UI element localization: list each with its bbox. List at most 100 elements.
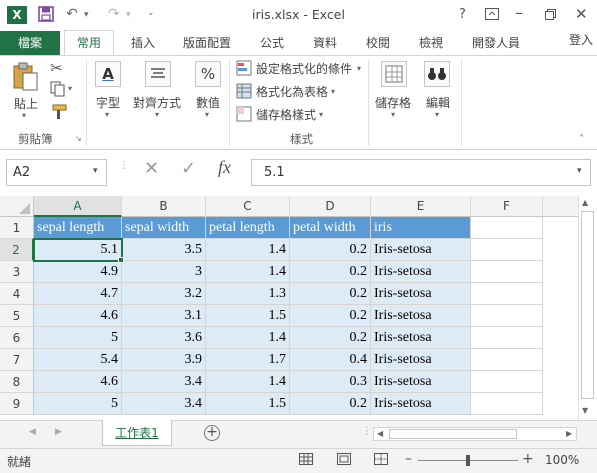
cell-c4[interactable]: 1.3 <box>206 283 290 305</box>
clipboard-launcher-icon[interactable]: ↘ <box>75 134 82 143</box>
cell-a3[interactable]: 4.9 <box>34 261 122 283</box>
cell-e3[interactable]: Iris-setosa <box>371 261 471 283</box>
cell-f5[interactable] <box>471 305 543 327</box>
conditional-format-icon[interactable] <box>236 60 252 79</box>
cell-f8[interactable] <box>471 371 543 393</box>
minimize-button[interactable]: – <box>515 3 523 22</box>
cell-d5[interactable]: 0.2 <box>290 305 371 327</box>
tab-file[interactable]: 檔案 <box>0 31 60 55</box>
paste-icon[interactable] <box>12 62 40 95</box>
conditional-format-dropdown-icon[interactable]: ▾ <box>357 64 361 73</box>
tab-page-layout[interactable]: 版面配置 <box>183 31 231 55</box>
column-header-a[interactable]: A <box>34 196 122 217</box>
column-header-f[interactable]: F <box>471 196 543 217</box>
column-header-e[interactable]: E <box>371 196 471 217</box>
font-button-label[interactable]: 字型 <box>96 94 120 111</box>
tab-formulas[interactable]: 公式 <box>260 31 284 55</box>
vertical-scroll-thumb[interactable] <box>581 211 594 399</box>
cell-b9[interactable]: 3.4 <box>122 393 206 415</box>
column-header-d[interactable]: D <box>290 196 371 217</box>
cell-f1[interactable] <box>471 217 543 239</box>
cell-d4[interactable]: 0.2 <box>290 283 371 305</box>
row-header-6[interactable]: 6 <box>0 327 34 349</box>
worksheet-grid[interactable]: ABCDEF 123456789 sepal length sepal width… <box>0 196 578 420</box>
cell-c6[interactable]: 1.4 <box>206 327 290 349</box>
cell-c3[interactable]: 1.4 <box>206 261 290 283</box>
horizontal-scroll-thumb[interactable] <box>389 429 517 439</box>
row-header-5[interactable]: 5 <box>0 305 34 327</box>
expand-formula-icon[interactable]: ▾ <box>577 166 582 176</box>
tab-home[interactable]: 常用 <box>64 30 114 56</box>
normal-view-icon[interactable] <box>299 453 313 468</box>
cell-b3[interactable]: 3 <box>122 261 206 283</box>
close-button[interactable]: ✕ <box>575 5 588 23</box>
zoom-level[interactable]: 100% <box>545 453 579 467</box>
enter-icon[interactable]: ✓ <box>181 158 196 179</box>
cell-styles-dropdown-icon[interactable]: ▾ <box>319 110 323 119</box>
tab-view[interactable]: 檢視 <box>419 31 443 55</box>
scroll-right-icon[interactable]: ▶ <box>566 429 572 438</box>
formula-bar-grip-icon[interactable]: ⋮ <box>119 160 129 171</box>
conditional-format-button[interactable]: 設定格式化的條件 <box>256 60 352 77</box>
row-header-8[interactable]: 8 <box>0 371 34 393</box>
cell-e6[interactable]: Iris-setosa <box>371 327 471 349</box>
alignment-dropdown-icon[interactable]: ▾ <box>155 110 159 119</box>
cell-f6[interactable] <box>471 327 543 349</box>
cell-styles-button[interactable]: 儲存格樣式 <box>256 106 316 123</box>
scroll-up-icon[interactable]: ▲ <box>582 198 588 207</box>
cell-f4[interactable] <box>471 283 543 305</box>
cell-d6[interactable]: 0.2 <box>290 327 371 349</box>
cell-styles-icon[interactable] <box>236 106 252 125</box>
tab-data[interactable]: 資料 <box>313 31 337 55</box>
cell-a9[interactable]: 5 <box>34 393 122 415</box>
cell-d1[interactable]: petal width <box>290 217 371 239</box>
fill-handle[interactable] <box>118 257 124 263</box>
select-all-corner[interactable] <box>0 196 34 217</box>
tab-insert[interactable]: 插入 <box>131 31 155 55</box>
name-box[interactable]: A2 ▾ <box>6 159 107 186</box>
editing-button-label[interactable]: 編輯 <box>426 94 450 111</box>
help-button[interactable]: ? <box>459 7 466 22</box>
cells-dropdown-icon[interactable]: ▾ <box>391 110 395 119</box>
binoculars-icon[interactable] <box>424 61 450 87</box>
cells-icon[interactable] <box>381 61 407 87</box>
cell-e8[interactable]: Iris-setosa <box>371 371 471 393</box>
cell-c7[interactable]: 1.7 <box>206 349 290 371</box>
cell-f7[interactable] <box>471 349 543 371</box>
cell-b1[interactable]: sepal width <box>122 217 206 239</box>
font-dropdown-icon[interactable]: ▾ <box>105 110 109 119</box>
cell-d7[interactable]: 0.4 <box>290 349 371 371</box>
new-sheet-icon[interactable]: + <box>204 425 220 441</box>
cell-a8[interactable]: 4.6 <box>34 371 122 393</box>
cell-e9[interactable]: Iris-setosa <box>371 393 471 415</box>
copy-icon[interactable] <box>50 81 66 100</box>
editing-dropdown-icon[interactable]: ▾ <box>435 110 439 119</box>
zoom-slider-thumb[interactable] <box>466 455 470 466</box>
cell-a1[interactable]: sepal length <box>34 217 122 239</box>
cell-a7[interactable]: 5.4 <box>34 349 122 371</box>
cell-d3[interactable]: 0.2 <box>290 261 371 283</box>
tab-review[interactable]: 校閱 <box>366 31 390 55</box>
paste-dropdown-icon[interactable]: ▾ <box>22 111 26 120</box>
page-break-view-icon[interactable] <box>374 453 388 468</box>
cell-f9[interactable] <box>471 393 543 415</box>
page-layout-view-icon[interactable] <box>337 453 351 468</box>
cells-button-label[interactable]: 儲存格 <box>375 94 411 111</box>
cell-b6[interactable]: 3.6 <box>122 327 206 349</box>
scroll-down-icon[interactable]: ▼ <box>582 406 588 415</box>
name-box-dropdown-icon[interactable]: ▾ <box>93 166 98 176</box>
format-as-table-button[interactable]: 格式化為表格 <box>256 83 328 100</box>
cell-c9[interactable]: 1.5 <box>206 393 290 415</box>
next-sheet-icon[interactable]: ▶ <box>55 427 62 437</box>
formula-input[interactable]: 5.1 ▾ <box>251 159 591 186</box>
insert-function-icon[interactable]: fx <box>218 157 231 178</box>
cut-icon[interactable]: ✂ <box>50 59 63 77</box>
restore-button[interactable] <box>545 9 556 24</box>
ribbon-display-options-icon[interactable] <box>485 8 499 24</box>
cell-e5[interactable]: Iris-setosa <box>371 305 471 327</box>
alignment-button-label[interactable]: 對齊方式 <box>133 94 181 111</box>
cell-d8[interactable]: 0.3 <box>290 371 371 393</box>
prev-sheet-icon[interactable]: ◀ <box>29 427 36 437</box>
zoom-out-icon[interactable]: – <box>405 451 412 467</box>
cell-b8[interactable]: 3.4 <box>122 371 206 393</box>
